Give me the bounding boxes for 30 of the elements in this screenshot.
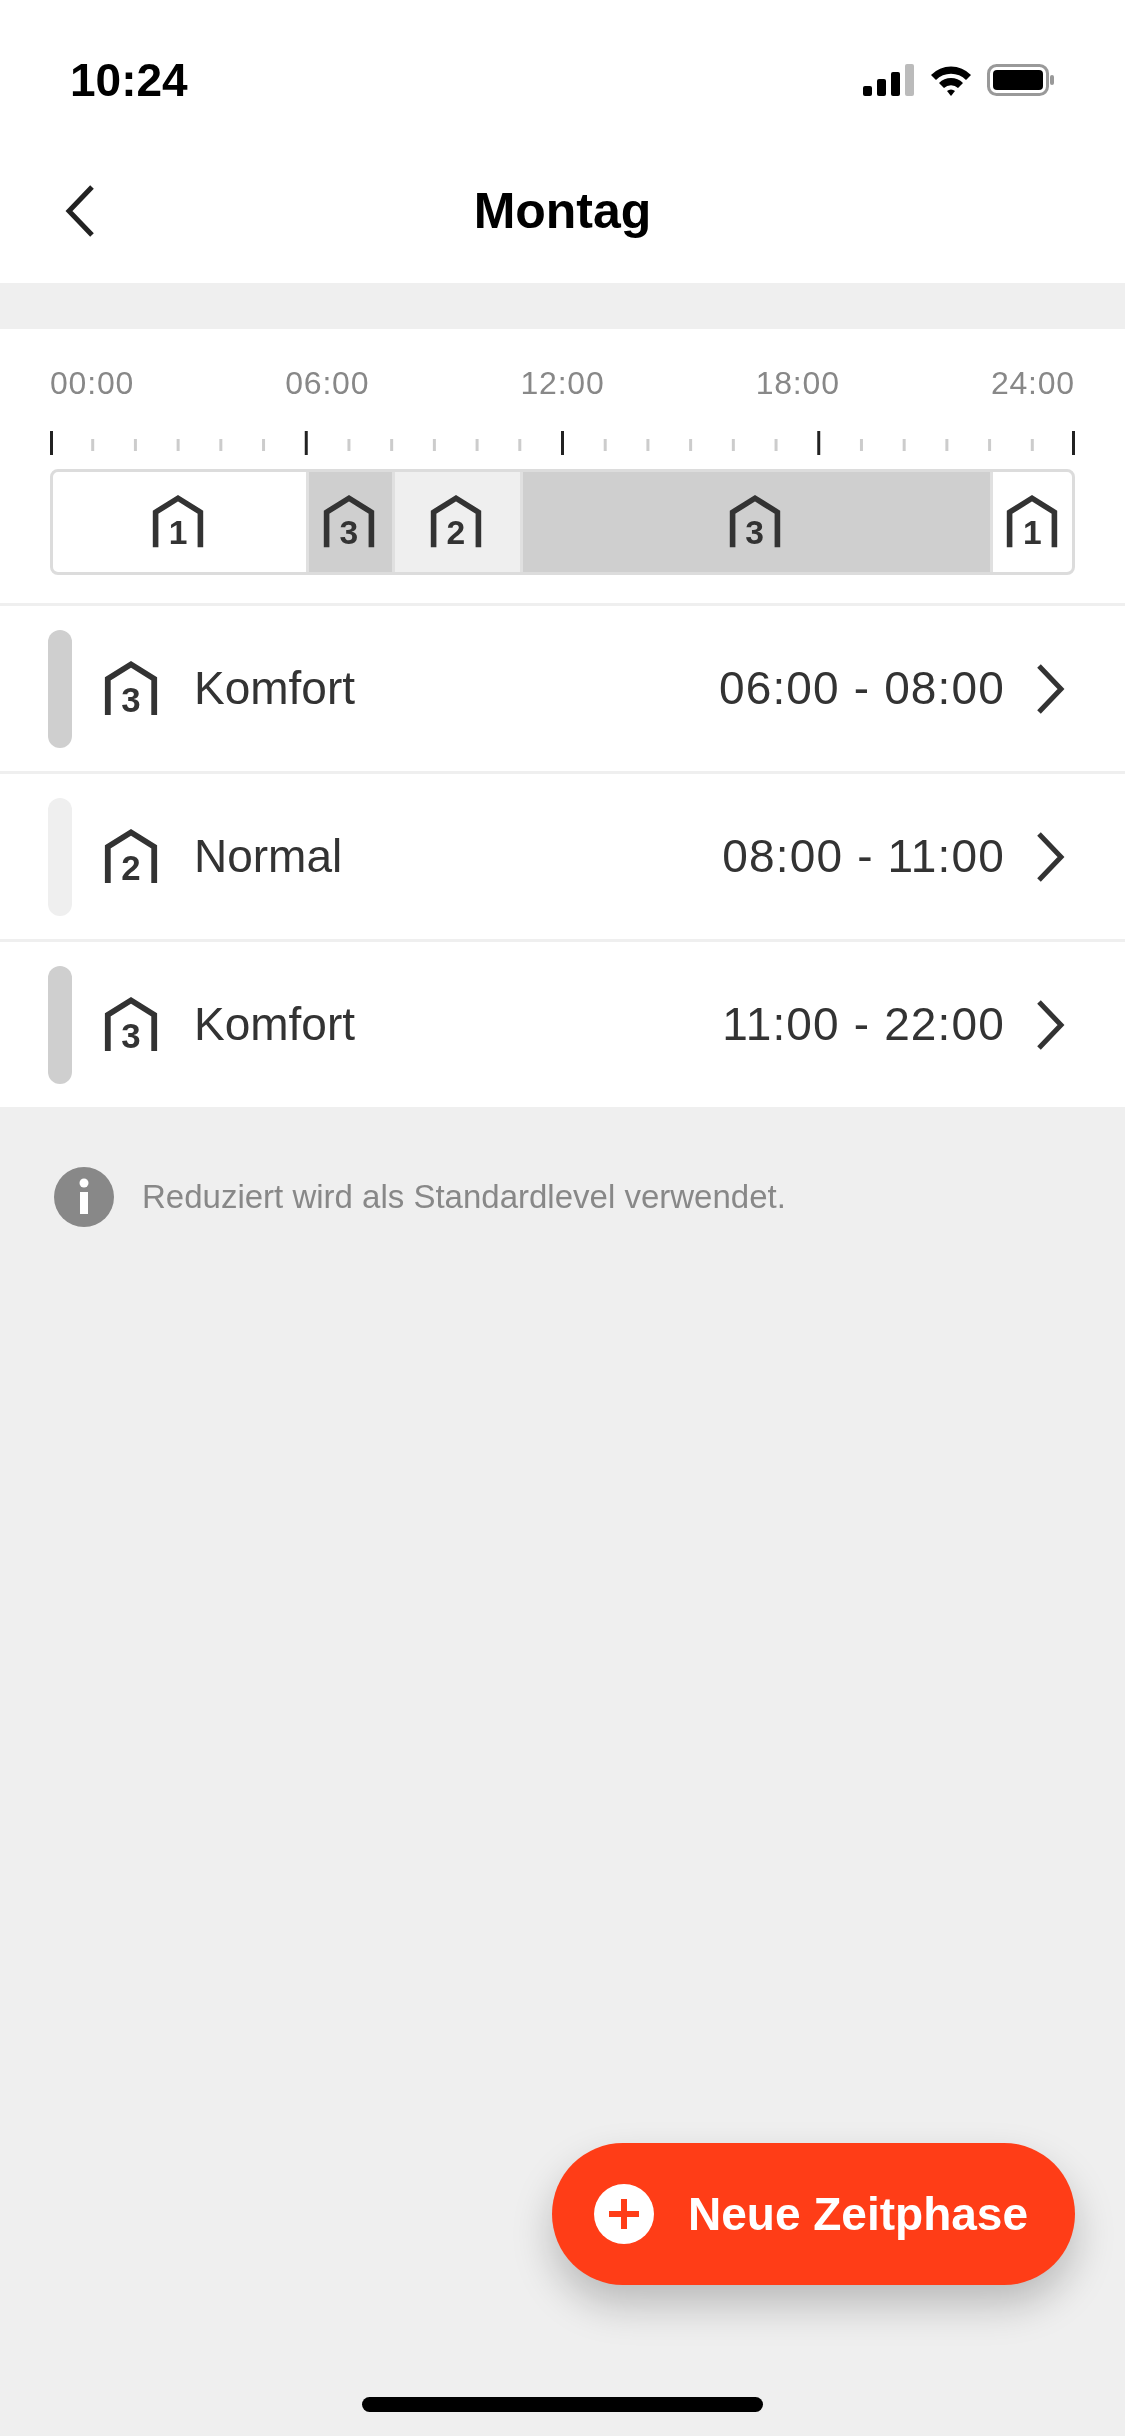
time-axis-label: 06:00 — [285, 364, 370, 403]
new-period-button[interactable]: Neue Zeitphase — [552, 2143, 1075, 2285]
signal-icon — [863, 64, 915, 96]
schedule-segment[interactable]: 2 — [391, 469, 520, 575]
period-name: Normal — [194, 829, 343, 884]
period-row[interactable]: 3 Komfort 11:00 - 22:00 — [0, 942, 1125, 1107]
wifi-icon — [929, 64, 973, 96]
schedule-segment[interactable]: 3 — [306, 469, 392, 575]
chevron-right-icon — [1035, 998, 1065, 1051]
chevron-right-icon — [1035, 830, 1065, 883]
page-title: Montag — [473, 182, 652, 241]
period-name: Komfort — [194, 997, 356, 1052]
time-axis-label: 12:00 — [520, 364, 605, 403]
time-axis-label: 24:00 — [990, 364, 1075, 403]
info-icon — [54, 1167, 114, 1227]
period-row[interactable]: 2 Normal 08:00 - 11:00 — [0, 774, 1125, 939]
period-time: 06:00 - 08:00 — [718, 661, 1005, 716]
info-text: Reduziert wird als Standardlevel verwendet. — [142, 1177, 786, 1218]
period-name: Komfort — [194, 661, 356, 716]
period-time: 08:00 - 11:00 — [722, 829, 1005, 884]
time-axis-label: 00:00 — [50, 364, 135, 403]
chevron-right-icon — [1035, 662, 1065, 715]
status-time: 10:24 — [70, 52, 188, 108]
battery-icon — [987, 64, 1055, 96]
back-chevron-icon — [64, 184, 96, 238]
period-row[interactable]: 3 Komfort 06:00 - 08:00 — [0, 606, 1125, 771]
period-time: 11:00 - 22:00 — [722, 997, 1005, 1052]
plus-icon — [594, 2184, 654, 2244]
time-axis-label: 18:00 — [755, 364, 840, 403]
schedule-segment[interactable]: 3 — [519, 469, 990, 575]
